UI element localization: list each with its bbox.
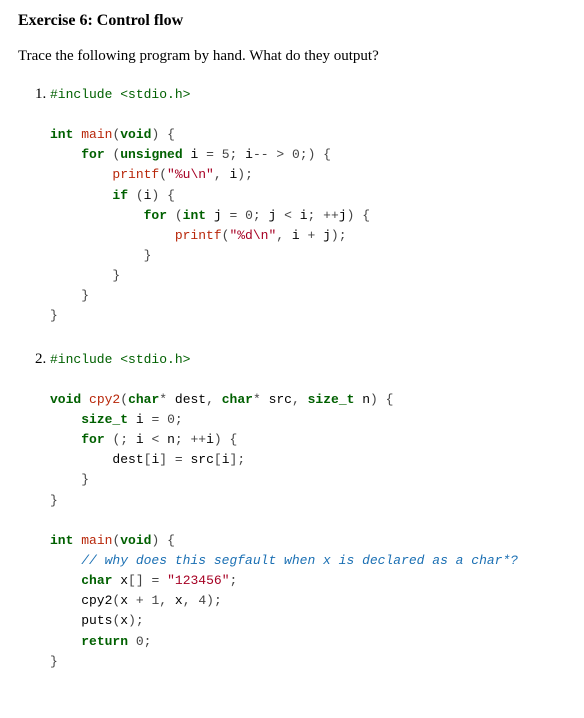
number-literal: 0: [167, 412, 175, 427]
exercise-list: #include <stdio.h> int main(void) { for …: [18, 84, 584, 672]
string-literal: "%d\n": [229, 228, 276, 243]
keyword-void: void: [120, 533, 151, 548]
number-literal: 5: [222, 147, 230, 162]
keyword-for: for: [144, 208, 167, 223]
keyword-char: char: [81, 573, 112, 588]
keyword-unsigned: unsigned: [120, 147, 182, 162]
number-literal: 4: [198, 593, 206, 608]
number-literal: 0: [292, 147, 300, 162]
keyword-char: char: [128, 392, 159, 407]
keyword-char: char: [222, 392, 253, 407]
list-item: #include <stdio.h> int main(void) { for …: [50, 84, 584, 327]
keyword-int: int: [50, 127, 73, 142]
fn-cpy2: cpy2: [89, 392, 120, 407]
number-literal: 0: [136, 634, 144, 649]
fn-main: main: [81, 533, 112, 548]
keyword-int: int: [183, 208, 206, 223]
include-path: <stdio.h>: [120, 87, 190, 102]
exercise-prompt: Trace the following program by hand. Wha…: [18, 46, 584, 66]
code-block-2: #include <stdio.h> void cpy2(char* dest,…: [50, 350, 584, 672]
keyword-return: return: [81, 634, 128, 649]
preproc-token: #include: [50, 352, 120, 367]
fn-main: main: [81, 127, 112, 142]
include-path: <stdio.h>: [120, 352, 190, 367]
number-literal: 0: [245, 208, 253, 223]
fn-printf: printf: [112, 167, 159, 182]
fn-printf: printf: [175, 228, 222, 243]
exercise-title: Exercise 6: Control flow: [18, 10, 584, 32]
keyword-void: void: [50, 392, 81, 407]
keyword-sizet: size_t: [81, 412, 128, 427]
keyword-sizet: size_t: [308, 392, 355, 407]
keyword-if: if: [112, 188, 128, 203]
keyword-for: for: [81, 147, 104, 162]
code-comment: // why does this segfault when x is decl…: [81, 553, 518, 568]
list-item: #include <stdio.h> void cpy2(char* dest,…: [50, 349, 584, 672]
keyword-int: int: [50, 533, 73, 548]
keyword-void: void: [120, 127, 151, 142]
code-block-1: #include <stdio.h> int main(void) { for …: [50, 85, 584, 327]
string-literal: "%u\n": [167, 167, 214, 182]
fn-puts: puts: [81, 613, 112, 628]
string-literal: "123456": [167, 573, 229, 588]
preproc-token: #include: [50, 87, 120, 102]
keyword-for: for: [81, 432, 104, 447]
